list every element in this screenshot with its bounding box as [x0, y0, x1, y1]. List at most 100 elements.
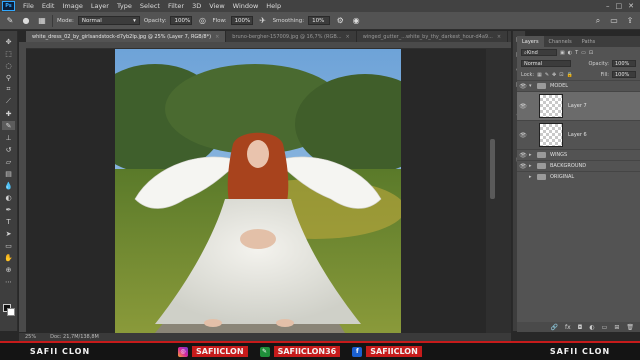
path-selection-tool-icon[interactable]: ➤ [2, 229, 15, 238]
lock-artboard-icon[interactable]: ⊡ [559, 72, 563, 78]
layer-6[interactable]: 👁 Layer 6 [517, 120, 640, 149]
lasso-tool-icon[interactable]: ◌ [2, 61, 15, 70]
zoom-tool-icon[interactable]: ⊕ [2, 265, 15, 274]
brush-tool-icon[interactable]: ✎ [2, 121, 15, 130]
layer-style-icon[interactable]: fx [565, 324, 571, 331]
menu-window[interactable]: Window [229, 2, 263, 10]
menu-3d[interactable]: 3D [188, 2, 205, 10]
menu-filter[interactable]: Filter [164, 2, 188, 10]
background-color-swatch[interactable] [7, 308, 15, 316]
tab-layers[interactable]: Layers [517, 36, 544, 47]
facebook-link[interactable]: f SAFIICLON [352, 346, 422, 357]
tab-paths[interactable]: Paths [577, 36, 601, 47]
rectangle-tool-icon[interactable]: ▭ [2, 241, 15, 250]
eyedropper-tool-icon[interactable]: ⟋ [2, 97, 15, 106]
tab-channels[interactable]: Channels [544, 36, 577, 47]
more-tools-icon[interactable]: ⋯ [2, 277, 15, 286]
layer-mask-icon[interactable]: ◘ [578, 324, 583, 331]
filter-pixel-icon[interactable]: ▣ [560, 50, 565, 56]
menu-file[interactable]: File [19, 2, 38, 10]
brush-size-icon[interactable]: ● [20, 15, 32, 27]
menu-help[interactable]: Help [262, 2, 285, 10]
quick-select-tool-icon[interactable]: ⚲ [2, 73, 15, 82]
layer-group-background[interactable]: 👁 ▸ BACKGROUND [517, 160, 640, 171]
layer-group-original[interactable]: ▸ ORIGINAL [517, 171, 640, 182]
visibility-eye-icon[interactable]: 👁 [517, 152, 529, 159]
gradient-tool-icon[interactable]: ▤ [2, 169, 15, 178]
clone-stamp-tool-icon[interactable]: ⊥ [2, 133, 15, 142]
layer-group-wings[interactable]: 👁 ▸ WINGS [517, 149, 640, 160]
adjustment-layer-icon[interactable]: ◐ [589, 324, 594, 331]
smoothing-field[interactable]: 10% [308, 16, 331, 25]
link-layers-icon[interactable]: 🔗 [551, 324, 558, 331]
blend-mode-select[interactable]: Normal [521, 60, 571, 67]
lock-brush-icon[interactable]: ✎ [545, 72, 549, 78]
filter-smart-icon[interactable]: ⊡ [589, 50, 593, 56]
document-image[interactable] [115, 49, 401, 333]
search-icon[interactable]: ⌕ [592, 15, 604, 27]
tab-white-dress[interactable]: white_dress_02_by_girlsandstock-d7yb2lp.… [26, 31, 227, 42]
menu-edit[interactable]: Edit [38, 2, 59, 10]
opacity-field[interactable]: 100% [170, 16, 193, 25]
menu-image[interactable]: Image [58, 2, 86, 10]
layer-filter-select[interactable]: ⌕ Kind [521, 49, 557, 56]
instagram-link[interactable]: ◎ SAFIICLON [178, 346, 248, 357]
healing-brush-tool-icon[interactable]: ✚ [2, 109, 15, 118]
chevron-right-icon[interactable]: ▸ [529, 152, 537, 158]
close-tab-icon[interactable]: × [346, 34, 350, 40]
new-group-icon[interactable]: ▭ [602, 324, 608, 331]
filter-shape-icon[interactable]: ▭ [581, 50, 586, 56]
tab-winged-gutter[interactable]: winged_gutter_...white_by_thy_darkest_ho… [357, 31, 509, 42]
menu-type[interactable]: Type [113, 2, 136, 10]
airbrush-icon[interactable]: ✈ [257, 15, 269, 27]
minimize-button[interactable]: – [606, 2, 610, 10]
menu-select[interactable]: Select [136, 2, 164, 10]
visibility-eye-icon[interactable]: 👁 [517, 83, 529, 90]
lock-all-icon[interactable]: 🔒 [566, 72, 572, 78]
layer-fill-field[interactable]: 100% [612, 71, 636, 78]
visibility-eye-icon[interactable]: 👁 [517, 103, 529, 110]
share-icon[interactable]: ⇪ [624, 15, 636, 27]
visibility-eye-icon[interactable]: 👁 [517, 132, 529, 139]
delete-layer-icon[interactable]: 🗑 [626, 324, 634, 331]
filter-type-icon[interactable]: T [575, 50, 578, 56]
menu-layer[interactable]: Layer [87, 2, 113, 10]
menu-view[interactable]: View [205, 2, 228, 10]
dodge-tool-icon[interactable]: ◐ [2, 193, 15, 202]
lock-pixels-icon[interactable]: ▦ [537, 72, 542, 78]
close-tab-icon[interactable]: × [215, 34, 219, 40]
scrollbar-thumb[interactable] [490, 139, 495, 199]
website-link[interactable]: ✎ SAFIICLON36 [259, 346, 341, 357]
layer-7[interactable]: 👁 Layer 7 [517, 91, 640, 120]
marquee-tool-icon[interactable]: ⬚ [2, 49, 15, 58]
pressure-opacity-icon[interactable]: ◎ [196, 15, 208, 27]
pen-tool-icon[interactable]: ✒ [2, 205, 15, 214]
close-button[interactable]: ✕ [628, 2, 634, 10]
vertical-scrollbar[interactable] [486, 49, 511, 333]
layer-group-model[interactable]: 👁 ▾ MODEL [517, 80, 640, 91]
zoom-level[interactable]: 25% [25, 334, 36, 340]
history-brush-tool-icon[interactable]: ↺ [2, 145, 15, 154]
layer-opacity-field[interactable]: 100% [612, 60, 636, 67]
tab-bruno-bergher[interactable]: bruno-bergher-157009.jpg @ 16,7% (RGB...… [226, 31, 357, 42]
workspace-icon[interactable]: ▭ [608, 15, 620, 27]
move-tool-icon[interactable]: ✥ [2, 37, 15, 46]
brush-settings-icon[interactable]: ▦ [36, 15, 48, 27]
new-layer-icon[interactable]: ⊞ [614, 324, 619, 331]
pressure-size-icon[interactable]: ◉ [350, 15, 362, 27]
eraser-tool-icon[interactable]: ▱ [2, 157, 15, 166]
maximize-button[interactable]: □ [616, 2, 623, 10]
type-tool-icon[interactable]: T [2, 217, 15, 226]
chevron-right-icon[interactable]: ▸ [529, 163, 537, 169]
visibility-eye-icon[interactable]: 👁 [517, 163, 529, 170]
hand-tool-icon[interactable]: ✋ [2, 253, 15, 262]
crop-tool-icon[interactable]: ⌗ [2, 85, 15, 94]
lock-position-icon[interactable]: ✥ [552, 72, 556, 78]
chevron-right-icon[interactable]: ▸ [529, 174, 537, 180]
filter-adjustment-icon[interactable]: ◐ [568, 50, 572, 56]
mode-select[interactable]: Normal ▾ [77, 16, 140, 25]
smoothing-options-gear-icon[interactable]: ⚙ [334, 15, 346, 27]
brush-tool-preset-icon[interactable]: ✎ [4, 15, 16, 27]
blur-tool-icon[interactable]: 💧 [2, 181, 15, 190]
chevron-down-icon[interactable]: ▾ [529, 83, 537, 89]
